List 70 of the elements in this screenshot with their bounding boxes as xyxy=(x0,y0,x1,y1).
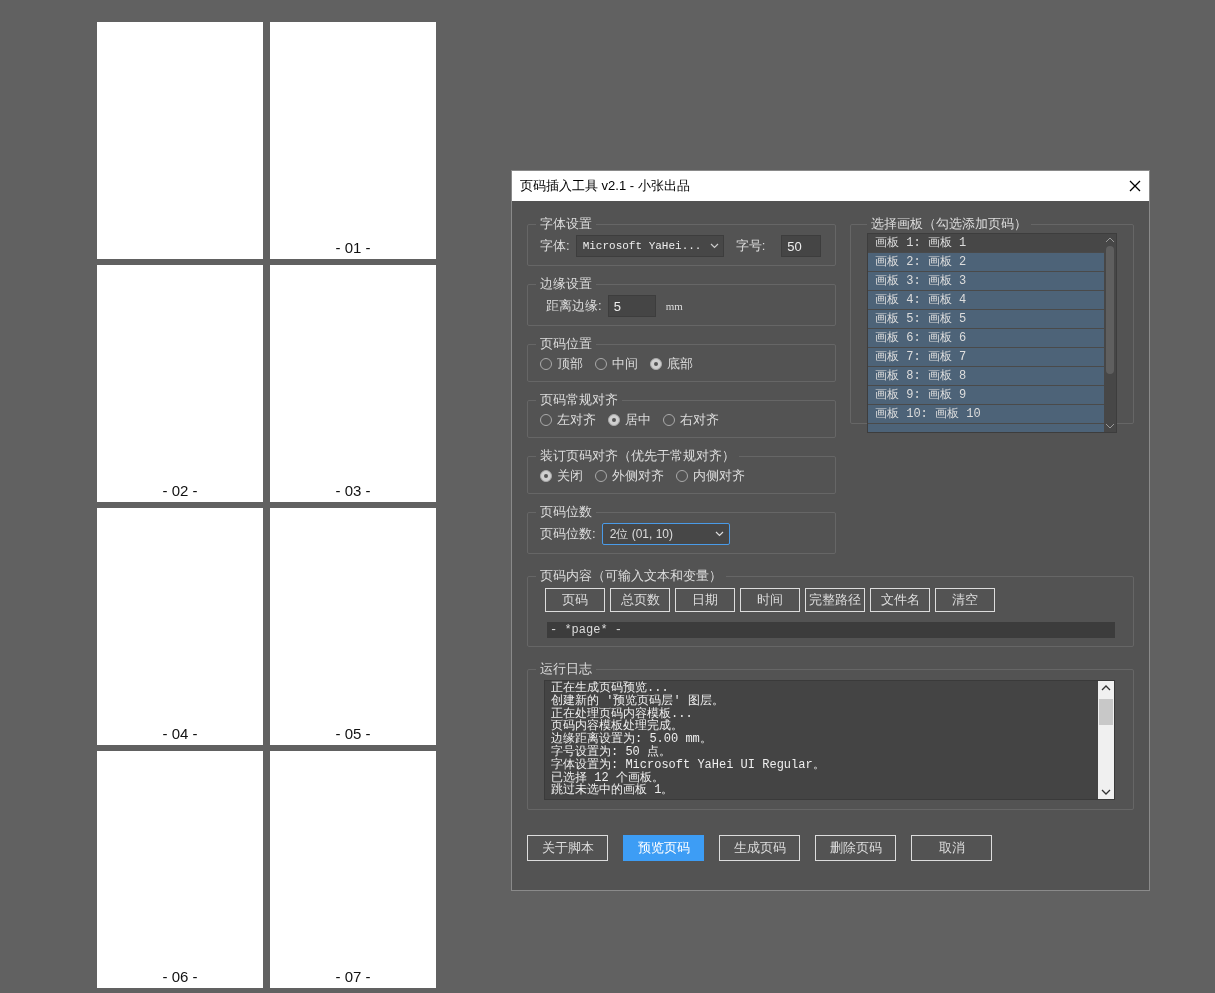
scroll-thumb[interactable] xyxy=(1106,246,1114,374)
input-field[interactable]: 5 xyxy=(607,295,656,317)
scroll-thumb[interactable] xyxy=(1099,699,1113,725)
list-item[interactable]: 画板 7: 画板 7 xyxy=(868,348,1104,367)
group-title: 选择画板（勾选添加页码） xyxy=(870,215,1028,233)
page-number: - 01 - xyxy=(335,239,371,256)
list-item[interactable]: 画板 2: 画板 2 xyxy=(868,253,1104,272)
page-number: - 05 - xyxy=(335,725,371,742)
log-line: 跳过未选中的画板 1。 xyxy=(551,784,675,798)
page-number: - 03 - xyxy=(335,482,371,499)
scroll-down-icon xyxy=(1105,423,1115,429)
field-label: 页码位数: xyxy=(540,525,596,543)
radio-option[interactable]: 关闭 xyxy=(540,467,583,485)
field-label: 字号: xyxy=(735,237,766,255)
insert-button[interactable]: 日期 xyxy=(675,588,735,612)
dialog-button[interactable]: 生成页码 xyxy=(719,835,800,861)
radio-option[interactable]: 右对齐 xyxy=(663,411,719,429)
field-label: 字体: xyxy=(540,237,570,255)
radio-option[interactable]: 左对齐 xyxy=(540,411,596,429)
list-item[interactable]: 画板 10: 画板 10 xyxy=(868,405,1104,424)
group-title: 页码位置 xyxy=(539,335,593,353)
page-number: - 04 - xyxy=(162,725,198,742)
insert-button[interactable]: 总页数 xyxy=(610,588,670,612)
font-dropdown[interactable]: Microsoft YaHei... xyxy=(575,235,724,257)
group-title: 页码位数 xyxy=(539,503,593,521)
page-number: - 02 - xyxy=(162,482,198,499)
caret-icon xyxy=(709,243,719,249)
group-title: 运行日志 xyxy=(539,660,593,678)
list-item[interactable]: 画板 3: 画板 3 xyxy=(868,272,1104,291)
dialog-button[interactable]: 关于脚本 xyxy=(527,835,608,861)
radio-option[interactable]: 顶部 xyxy=(540,355,583,373)
radio-option[interactable]: 居中 xyxy=(608,411,651,429)
radio-option[interactable]: 中间 xyxy=(595,355,638,373)
input-field[interactable]: 50 xyxy=(781,235,822,257)
list-item[interactable]: 画板 9: 画板 9 xyxy=(868,386,1104,405)
list-item[interactable]: 画板 5: 画板 5 xyxy=(868,310,1104,329)
group-title: 边缘设置 xyxy=(539,275,593,293)
radio-option[interactable]: 外侧对齐 xyxy=(595,467,664,485)
close-icon[interactable] xyxy=(1129,180,1141,192)
insert-button[interactable]: 时间 xyxy=(740,588,800,612)
field-label: 距离边缘: xyxy=(546,297,602,315)
dialog-button[interactable]: 删除页码 xyxy=(815,835,896,861)
group-title: 页码内容（可输入文本和变量） xyxy=(539,567,723,585)
group-title: 页码常规对齐 xyxy=(539,391,619,409)
log-line: 正在生成页码预览... xyxy=(551,682,669,695)
log-line: 创建新的 '预览页码层' 图层。 xyxy=(551,694,725,708)
insert-button[interactable]: 完整路径 xyxy=(805,588,865,612)
page-number: - 06 - xyxy=(162,968,198,985)
insert-button[interactable]: 清空 xyxy=(935,588,995,612)
dialog-button[interactable]: 取消 xyxy=(911,835,992,861)
group-title: 字体设置 xyxy=(539,215,593,233)
unit-label: mm xyxy=(665,300,683,312)
page-number: - 07 - xyxy=(335,968,371,985)
window-title: 页码插入工具 v2.1 - 小张出品 xyxy=(520,177,690,195)
template-field[interactable]: - *page* - xyxy=(547,622,1115,638)
radio-option[interactable]: 底部 xyxy=(650,355,693,373)
list-item[interactable]: 画板 6: 画板 6 xyxy=(868,329,1104,348)
scrollbar[interactable] xyxy=(1098,681,1114,799)
insert-button[interactable]: 页码 xyxy=(545,588,605,612)
log-line: 字体设置为: Microsoft YaHei UI Regular。 xyxy=(551,758,826,772)
group-title: 装订页码对齐（优先于常规对齐） xyxy=(539,447,736,465)
list-item[interactable]: 画板 4: 画板 4 xyxy=(868,291,1104,310)
caret-icon xyxy=(714,531,724,537)
list-item[interactable]: 画板 8: 画板 8 xyxy=(868,367,1104,386)
radio-option[interactable]: 内侧对齐 xyxy=(676,467,745,485)
scroll-down-icon xyxy=(1101,789,1111,795)
digits-dropdown[interactable]: 2位 (01, 10) xyxy=(601,523,730,545)
scroll-up-icon xyxy=(1101,685,1111,691)
scroll-up-icon xyxy=(1105,237,1115,243)
insert-button[interactable]: 文件名 xyxy=(870,588,930,612)
